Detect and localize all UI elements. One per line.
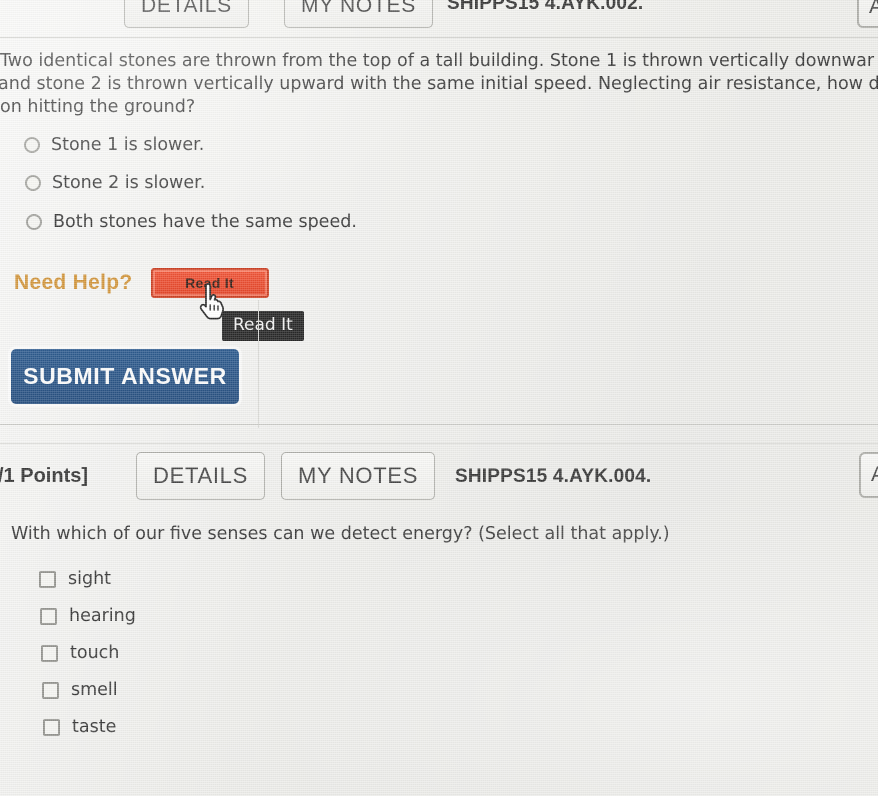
q1-stem-line-1: Two identical stones are thrown from the… [0, 51, 875, 71]
q2-choice-row-2[interactable]: hearing [40, 606, 136, 626]
q1-radio-3[interactable] [26, 214, 42, 230]
q1-choice-row-2[interactable]: Stone 2 is slower. [25, 173, 205, 193]
question-1-header: DETAILS MY NOTES SHIPPS15 4.AYK.002. [0, 0, 878, 28]
divider-question-1-bottom [0, 424, 878, 425]
q1-choice-label-3: Both stones have the same speed. [53, 212, 357, 232]
q2-choice-label-1: sight [68, 569, 112, 589]
q2-choice-row-1[interactable]: sight [39, 569, 111, 589]
q2-question-code: SHIPPS15 4.AYK.004. [455, 466, 652, 487]
q1-stem-line-2: and stone 2 is thrown vertically upward … [0, 74, 878, 94]
q1-stem-line-3: on hitting the ground? [0, 97, 196, 117]
q1-choice-label-2: Stone 2 is slower. [52, 173, 206, 193]
question-1-panel-edge [258, 300, 259, 428]
q2-choice-label-4: smell [71, 680, 118, 700]
q1-choice-label-1: Stone 1 is slower. [51, 135, 205, 155]
q1-ask-your-teacher-button[interactable]: A [857, 0, 878, 28]
q2-checkbox-2[interactable] [40, 607, 57, 625]
q2-checkbox-3[interactable] [41, 644, 58, 662]
need-help-row: Need Help? Read It [14, 268, 269, 298]
q2-choice-row-5[interactable]: taste [43, 717, 116, 737]
q1-radio-2[interactable] [25, 175, 41, 191]
read-it-tooltip: Read It [222, 311, 304, 341]
q2-checkbox-5[interactable] [43, 718, 60, 736]
q2-my-notes-button[interactable]: MY NOTES [281, 452, 436, 500]
submit-answer-button[interactable]: SUBMIT ANSWER [11, 349, 239, 404]
q2-checkbox-1[interactable] [39, 570, 56, 588]
q2-ask-your-teacher-label: A [871, 463, 878, 487]
q2-choice-label-2: hearing [69, 606, 136, 626]
divider-top [0, 37, 878, 38]
q1-choice-row-1[interactable]: Stone 1 is slower. [24, 135, 204, 155]
divider-question-2-top [0, 443, 878, 444]
q2-points-label: /1 Points] [0, 465, 89, 487]
question-2-stem: With which of our five senses can we det… [11, 524, 670, 544]
q2-choice-row-3[interactable]: touch [41, 643, 119, 663]
q1-ask-your-teacher-label: A [869, 0, 878, 19]
q1-radio-1[interactable] [24, 137, 40, 153]
q2-details-button[interactable]: DETAILS [136, 452, 265, 500]
q1-my-notes-button[interactable]: MY NOTES [284, 0, 433, 28]
q1-details-button[interactable]: DETAILS [124, 0, 249, 28]
submit-answer-label: SUBMIT ANSWER [23, 363, 227, 389]
q2-ask-your-teacher-button[interactable]: A [859, 452, 878, 498]
q2-checkbox-4[interactable] [42, 681, 59, 699]
q1-question-code: SHIPPS15 4.AYK.002. [447, 0, 644, 14]
hand-pointer-cursor [199, 283, 224, 320]
q2-choice-label-5: taste [72, 717, 117, 737]
q2-choice-row-4[interactable]: smell [42, 680, 118, 700]
question-2-header: /1 Points] DETAILS MY NOTES SHIPPS15 4.A… [0, 452, 878, 502]
q1-choice-row-3[interactable]: Both stones have the same speed. [26, 212, 357, 232]
need-help-label: Need Help? [14, 271, 133, 294]
q2-choice-label-3: touch [70, 643, 120, 663]
